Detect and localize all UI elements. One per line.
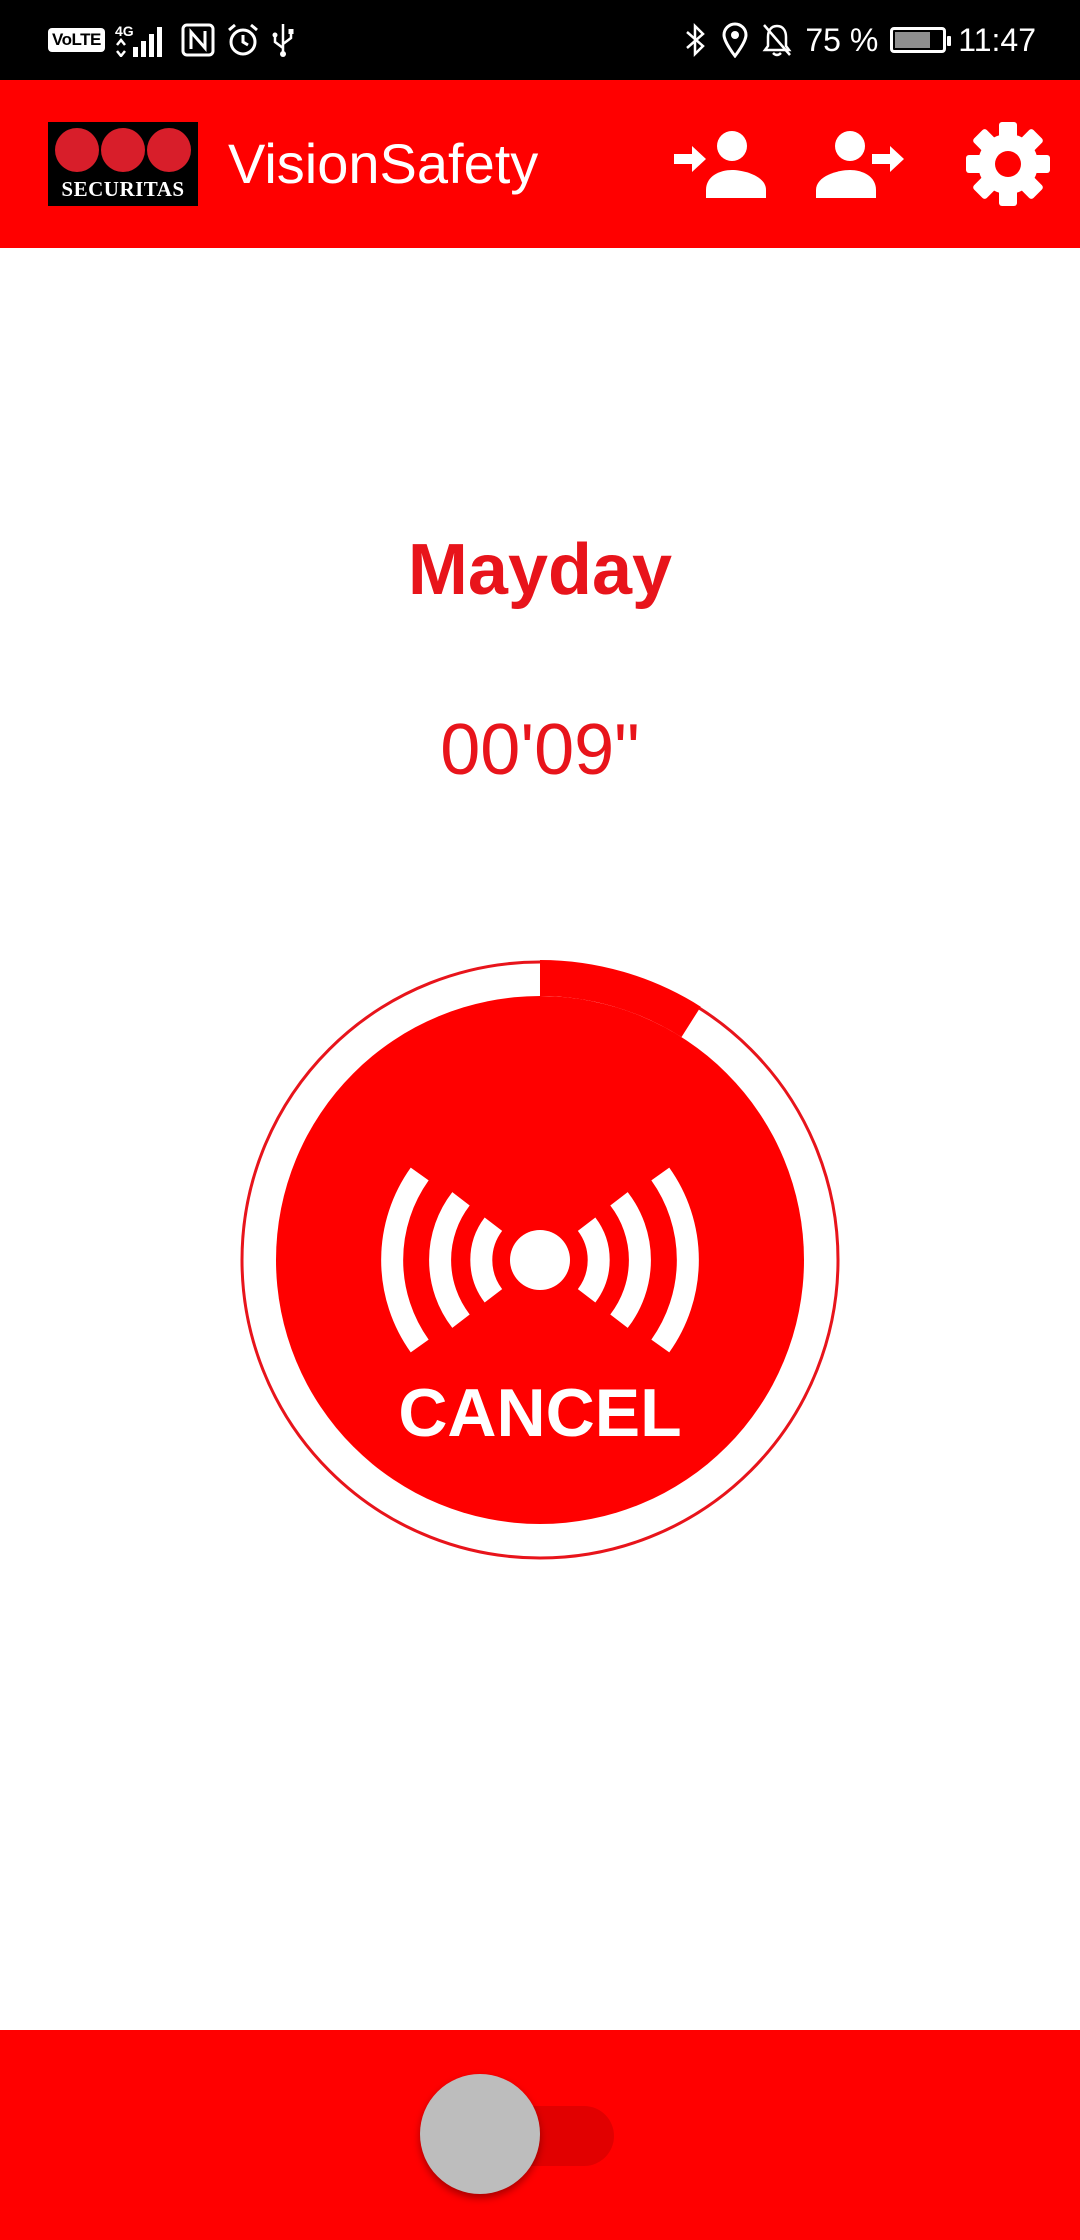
mayday-toggle-switch[interactable] <box>420 2072 614 2196</box>
toggle-thumb <box>420 2074 540 2194</box>
login-user-icon <box>674 131 766 198</box>
securitas-logo: SECURITAS <box>48 122 198 206</box>
logo-dot <box>55 128 99 172</box>
app-bar: SECURITAS VisionSafety <box>0 80 1080 248</box>
logo-text: SECURITAS <box>61 177 185 201</box>
settings-icon <box>966 122 1050 206</box>
logout-user-icon <box>816 131 904 198</box>
bottom-bar <box>0 2030 1080 2240</box>
alarm-timer: 00'09" <box>440 710 640 790</box>
battery-charging-icon <box>890 27 952 53</box>
logout-user-button[interactable] <box>814 120 910 208</box>
alarm-title: Mayday <box>407 530 673 610</box>
location-icon <box>721 18 749 62</box>
cancel-alarm-button[interactable] <box>238 958 842 1562</box>
usb-icon <box>271 18 295 62</box>
status-right-icons: 75 % 11:47 <box>683 14 1036 66</box>
app-title: VisionSafety <box>228 132 539 195</box>
logo-dot <box>101 128 145 172</box>
status-bar: VoLTE 4G 75 % 11:47 <box>0 0 1080 80</box>
logo-dot <box>147 128 191 172</box>
status-left-icons: VoLTE 4G <box>48 18 295 62</box>
notifications-off-icon <box>761 18 793 62</box>
bluetooth-icon <box>683 18 709 62</box>
settings-button[interactable] <box>960 120 1056 208</box>
battery-level-fill <box>895 32 931 48</box>
battery-percent: 75 % <box>805 21 879 58</box>
volte-badge: VoLTE <box>48 28 105 52</box>
clock: 11:47 <box>958 21 1036 58</box>
alarm-clock-icon <box>225 18 261 62</box>
nfc-icon <box>181 18 215 62</box>
login-user-button[interactable] <box>672 120 768 208</box>
signal-icon: 4G <box>115 18 171 62</box>
network-type-label: 4G <box>115 23 134 39</box>
